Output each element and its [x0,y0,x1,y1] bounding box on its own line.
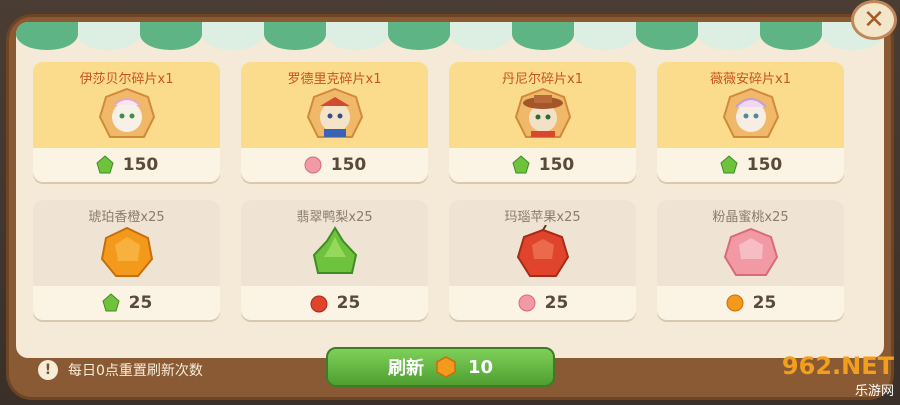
green-gem-icon [512,155,530,174]
orange-gem-icon [436,356,456,378]
item-name: 罗德里克碎片x1 [287,72,382,87]
item-price: 25 [544,293,569,313]
shop-item-hero-fragment[interactable]: 罗德里克碎片x1 150 [241,62,428,182]
pink-gem-icon [304,156,322,174]
awning [16,22,884,50]
amber-orange-icon [100,226,153,277]
refresh-label: 刷新 [387,358,424,379]
watermark-logo: 962.NET [781,352,894,380]
item-name: 琥珀香橙x25 [88,210,165,225]
close-button[interactable]: ✕ [851,0,897,40]
shop-panel: 伊莎贝尔碎片x1 150 罗德里克碎片x1 150 丹尼尔碎片x1 150 薇薇… [16,22,884,358]
item-price: 25 [336,293,361,313]
red-gem-icon [310,295,328,313]
emerald-pear-icon [312,226,357,274]
reset-note: ! 每日0点重置刷新次数 [38,360,203,380]
info-icon: ! [38,360,58,380]
item-name: 粉晶蜜桃x25 [712,210,789,225]
shop-item-fruit[interactable]: 翡翠鸭梨x25 25 [241,200,428,320]
pink-gem-icon [518,294,536,312]
item-name: 伊莎贝尔碎片x1 [79,72,174,87]
green-gem-icon [96,155,114,174]
agate-apple-icon [516,225,569,277]
green-gem-icon [720,155,738,174]
hero-portrait-icon [306,87,363,138]
hero-portrait-icon [514,87,571,138]
refresh-cost: 10 [467,356,494,378]
item-price: 150 [330,155,367,175]
item-name: 玛瑙苹果x25 [504,210,581,225]
item-name: 薇薇安碎片x1 [710,72,791,87]
item-price: 25 [128,293,153,313]
reset-note-text: 每日0点重置刷新次数 [68,363,203,379]
shop-item-fruit[interactable]: 粉晶蜜桃x25 25 [657,200,844,320]
watermark-sub: 乐游网 [854,384,894,399]
shop-item-hero-fragment[interactable]: 薇薇安碎片x1 150 [657,62,844,182]
shop-item-fruit[interactable]: 玛瑙苹果x25 25 [449,200,636,320]
hero-portrait-icon [722,87,779,138]
item-price: 150 [746,155,783,175]
item-name: 翡翠鸭梨x25 [296,210,373,225]
green-gem-icon [102,293,120,312]
shop-item-fruit[interactable]: 琥珀香橙x25 25 [33,200,220,320]
watermark: 962.NET 乐游网 [782,352,894,399]
pink-crystal-peach-icon [723,227,778,276]
item-name: 丹尼尔碎片x1 [502,72,583,87]
close-icon: ✕ [863,5,885,35]
shop-item-hero-fragment[interactable]: 丹尼尔碎片x1 150 [449,62,636,182]
item-price: 150 [538,155,575,175]
orange-gem-icon [726,294,744,312]
item-price: 25 [752,293,777,313]
refresh-button[interactable]: 刷新 10 [326,347,555,387]
shop-item-hero-fragment[interactable]: 伊莎贝尔碎片x1 150 [33,62,220,182]
hero-portrait-icon [98,87,155,138]
item-price: 150 [122,155,159,175]
